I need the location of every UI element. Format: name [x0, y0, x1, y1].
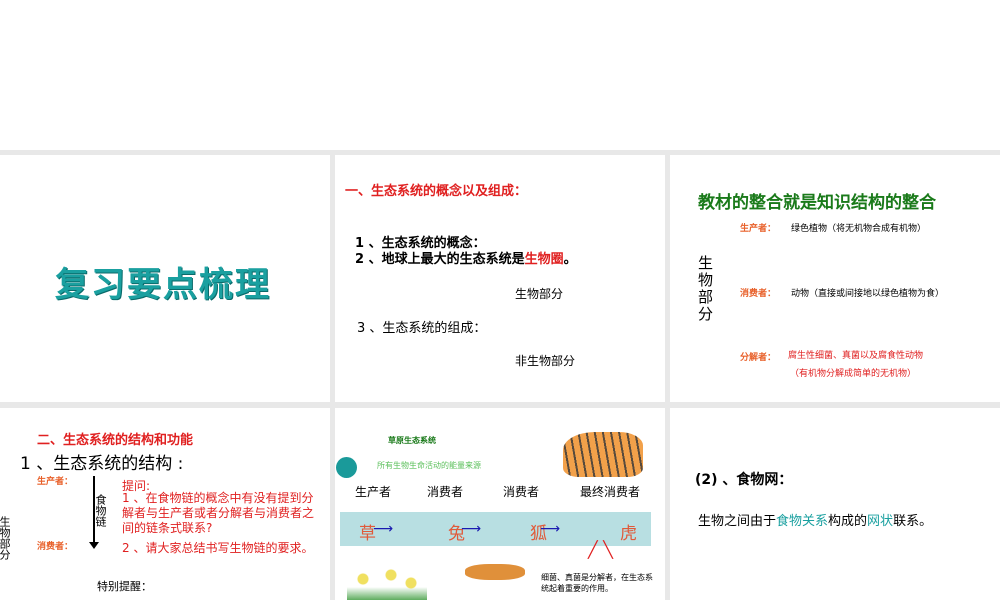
producer-label: 生产者：: [37, 477, 74, 487]
bio-part-label: 生物部分: [696, 255, 714, 323]
top-blank-area: [0, 0, 1000, 150]
role-producer: 生产者: [355, 485, 392, 499]
fox-image: [465, 564, 525, 580]
producer-text: 绿色植物（将无机物合成有机物）: [791, 224, 927, 234]
sun-note: 所有生物生命活动的能量来源: [377, 461, 481, 470]
tiger-image: [563, 432, 643, 477]
slide-thumbnail-3[interactable]: 教材的整合就是知识结构的整合 生产者： 绿色植物（将无机物合成有机物） 生物部分…: [670, 155, 1000, 402]
consumer-text: 动物（直接或间接地以绿色植物为食）: [791, 289, 945, 299]
text-mid: 构成的: [828, 514, 868, 529]
question-2: 2 、请大家总结书写生物链的要求。: [122, 541, 314, 555]
slide-title: 教材的整合就是知识结构的整合: [698, 193, 936, 213]
bio-part: 生物部分: [515, 287, 564, 301]
flowers-image: [347, 563, 427, 600]
nonbio-part: 非生物部分: [515, 354, 576, 368]
text-suffix: 联系。: [893, 514, 933, 529]
consumer-label: 消费者：: [740, 289, 777, 299]
chain-arrow-head: [89, 542, 99, 549]
chain-tiger: 虎: [620, 524, 637, 544]
arrow-icon: ⟶: [461, 521, 482, 537]
slide-thumbnail-2[interactable]: 一、生态系统的概念以及组成： 1 、生态系统的概念： 2 、地球上最大的生态系统…: [335, 155, 665, 402]
producer-label: 生产者：: [740, 224, 777, 234]
text-prefix: 生物之间由于: [698, 514, 777, 529]
reminder-label: 特别提醒：: [97, 580, 152, 593]
item-2-text: 2 、地球上最大的生态系统是: [355, 252, 525, 267]
decomposer-arrows: ╱ ╲: [588, 540, 613, 559]
consumer-label: 消费者：: [37, 542, 74, 552]
slide-thumbnail-1[interactable]: 复习要点梳理: [0, 155, 330, 402]
slide-thumbnail-4[interactable]: 二、生态系统的结构和功能 1 、生态系统的结构 : 生产者： 消费者： 食物链 …: [0, 408, 330, 600]
question-1: 1 、在食物链的概念中有没有提到分解者与生产者或者分解者与消费者之间的链条式联系…: [122, 491, 315, 535]
item-2-suffix: 。: [563, 252, 577, 267]
slide-heading: (2) 、食物网：: [695, 472, 793, 488]
highlight-food-relation: 食物关系: [776, 514, 829, 529]
slide-title: 复习要点梳理: [55, 265, 271, 305]
item-3: 3 、生态系统的组成：: [357, 321, 487, 336]
item-2: 2 、地球上最大的生态系统是生物圈。: [355, 248, 577, 267]
food-chain-label: 食物链: [94, 494, 107, 527]
bio-part-label: 生物部分: [0, 516, 11, 560]
sun-icon: [336, 457, 357, 478]
sub-heading: 1 、生态系统的结构 :: [20, 454, 184, 474]
decomposer-label: 分解者：: [740, 353, 777, 363]
slide-heading: 二、生态系统的结构和功能: [37, 433, 194, 448]
role-final-consumer: 最终消费者: [580, 485, 641, 499]
decomposer-note: （有机物分解成简单的无机物）: [790, 369, 917, 379]
decomposer-note: 细菌、真菌是分解者，在生态系统起着重要的作用。: [541, 573, 653, 593]
ecosystem-title: 草原生态系统: [388, 436, 436, 445]
item-2-highlight: 生物圈: [524, 252, 564, 267]
slide-thumbnail-6[interactable]: (2) 、食物网： 生物之间由于食物关系构成的网状联系。: [670, 408, 1000, 600]
slide-heading: 一、生态系统的概念以及组成：: [345, 184, 528, 199]
food-web-text: 生物之间由于食物关系构成的网状联系。: [698, 510, 932, 529]
role-consumer-2: 消费者: [503, 485, 540, 499]
highlight-network: 网状: [867, 514, 894, 529]
arrow-icon: ⟶: [540, 521, 561, 537]
slide-thumbnail-5[interactable]: 草原生态系统 所有生物生命活动的能量来源 生产者 消费者 消费者 最终消费者 草…: [335, 408, 665, 600]
decomposer-text: 腐生性细菌、真菌以及腐食性动物: [788, 351, 924, 361]
arrow-icon: ⟶: [373, 521, 394, 537]
role-consumer-1: 消费者: [427, 485, 464, 499]
